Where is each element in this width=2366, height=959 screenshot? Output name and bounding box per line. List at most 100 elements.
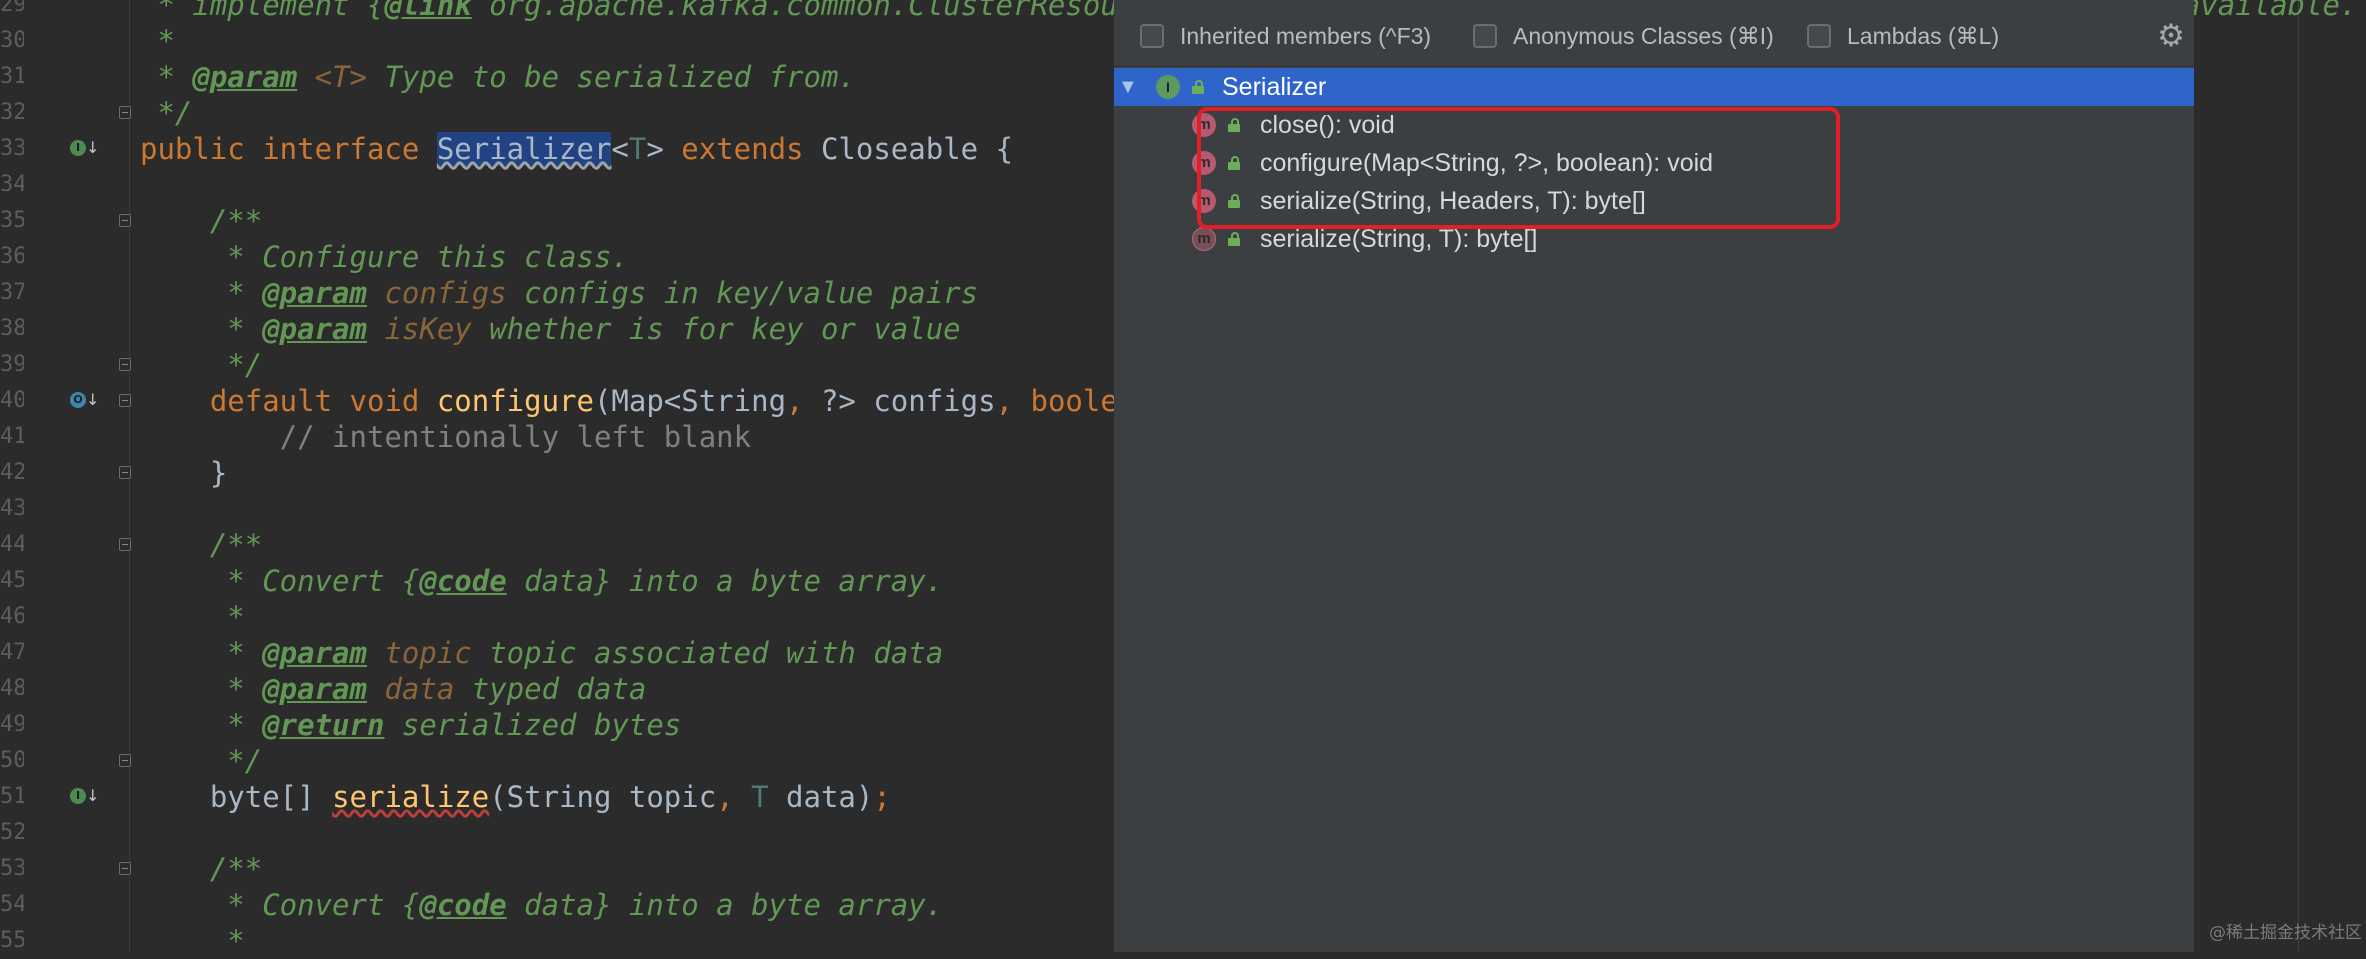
code-token: ?> configs [820,384,996,418]
code-token: serialized bytes [384,708,682,742]
line-number: 51 [0,784,24,809]
code-text: * @param topic topic associated with dat… [140,635,943,671]
code-text: * @param <T> Type to be serialized from. [140,59,855,95]
code-token: * Convert { [140,564,420,598]
code-text: * [140,23,174,59]
code-token: * [140,672,263,706]
code-token: configs in key/value pairs [506,276,979,310]
code-token: * [140,600,245,634]
code-token: topic [384,636,472,670]
code-token: /** [140,204,263,238]
method-icon: m [1192,113,1216,137]
code-token: * [140,708,263,742]
tree-node-label: close(): void [1260,111,1395,139]
code-token: typed data [454,672,647,706]
fold-toggle-icon[interactable] [119,358,131,371]
line-number: 53 [0,856,24,881]
code-token: @return [262,708,385,742]
structure-filter-toolbar: Inherited members (^F3) Anonymous Classe… [1114,0,2194,67]
fold-toggle-icon[interactable] [119,754,131,767]
code-token: data) [768,780,874,814]
gear-icon[interactable]: ⚙ [2155,20,2187,52]
line-number: 46 [0,604,24,629]
fold-toggle-icon[interactable] [119,394,131,407]
watermark: @稀土掘金技术社区 [2209,923,2362,943]
implemented-marker-icon[interactable]: I ↓ [70,139,100,159]
line-number: 30 [0,28,24,53]
line-number: 35 [0,208,24,233]
code-token: T [628,132,647,166]
tree-node-label: serialize(String, T): byte[] [1260,225,1538,253]
overrides-marker-icon[interactable]: O ↓ [70,391,100,411]
fold-toggle-icon[interactable] [119,214,131,227]
code-token: ; [873,780,891,814]
tree-node-label: configure(Map<String, ?>, boolean): void [1260,149,1714,177]
fold-toggle-icon[interactable] [119,862,131,875]
code-token: /** [140,852,263,886]
code-text: } [140,455,227,491]
code-token: Serializer [436,132,612,166]
code-token: <T> [314,60,368,94]
code-token: < [611,132,629,166]
file-structure-popup[interactable]: Inherited members (^F3) Anonymous Classe… [1114,0,2194,952]
code-token: @param [262,276,367,310]
code-token: @param [262,312,367,346]
code-text: public interface Serializer<T> extends C… [140,131,1013,167]
line-number: 50 [0,748,24,773]
code-text: // intentionally left blank [140,419,751,455]
code-text: */ [140,743,262,779]
code-token: configure [436,384,594,418]
code-text: * @return serialized bytes [140,707,681,743]
tree-node-serialize-headers[interactable]: m serialize(String, Headers, T): byte[] [1114,182,2194,220]
code-text: * [140,923,245,959]
code-token: data} into a byte array. [506,888,944,922]
code-token: (String topic [489,780,717,814]
line-number: 34 [0,172,24,197]
fold-toggle-icon[interactable] [119,466,131,479]
line-number: 37 [0,280,24,305]
code-token: public interface [140,132,437,166]
code-token: /** [140,528,263,562]
code-token: > [646,132,682,166]
code-token: extends [681,132,821,166]
line-number: 41 [0,424,24,449]
code-token: configs [384,276,507,310]
tree-node-serializer[interactable]: ▼ I Serializer [1114,68,2194,106]
code-text: * Configure this class. [140,239,629,275]
code-token: topic associated with data [471,636,944,670]
code-token: // intentionally left blank [140,420,752,454]
code-text: * Convert {@code data} into a byte array… [140,563,943,599]
line-number: 36 [0,244,24,269]
code-token: byte[] [140,780,333,814]
checkbox-box[interactable] [1473,24,1497,48]
code-token: @param [262,672,367,706]
checkbox-box[interactable] [1807,24,1831,48]
code-token: , [786,384,821,418]
code-token: data [384,672,455,706]
fold-toggle-icon[interactable] [119,538,131,551]
tree-node-close[interactable]: m close(): void [1114,106,2194,144]
line-number: 54 [0,892,24,917]
checkbox-box[interactable] [1140,24,1164,48]
line-number: 52 [0,820,24,845]
implemented-marker-icon[interactable]: I ↓ [70,787,100,807]
code-token: default void [209,384,437,418]
code-token: * [140,924,245,958]
code-text: * Convert {@code data} into a byte array… [140,887,943,923]
line-number: 33 [0,136,24,161]
code-token: * [140,276,263,310]
tree-node-serialize[interactable]: m serialize(String, T): byte[] [1114,220,2194,258]
line-number: 45 [0,568,24,593]
fold-toggle-icon[interactable] [119,106,131,119]
line-number: 38 [0,316,24,341]
public-lock-icon [1228,118,1240,133]
code-token: @code [419,564,507,598]
expand-triangle-icon[interactable]: ▼ [1118,72,1138,102]
code-token: @param [192,60,298,94]
tree-node-configure[interactable]: m configure(Map<String, ?>, boolean): vo… [1114,144,2194,182]
line-number: 44 [0,532,24,557]
line-number: 39 [0,352,24,377]
code-token: data} into a byte array. [506,564,944,598]
